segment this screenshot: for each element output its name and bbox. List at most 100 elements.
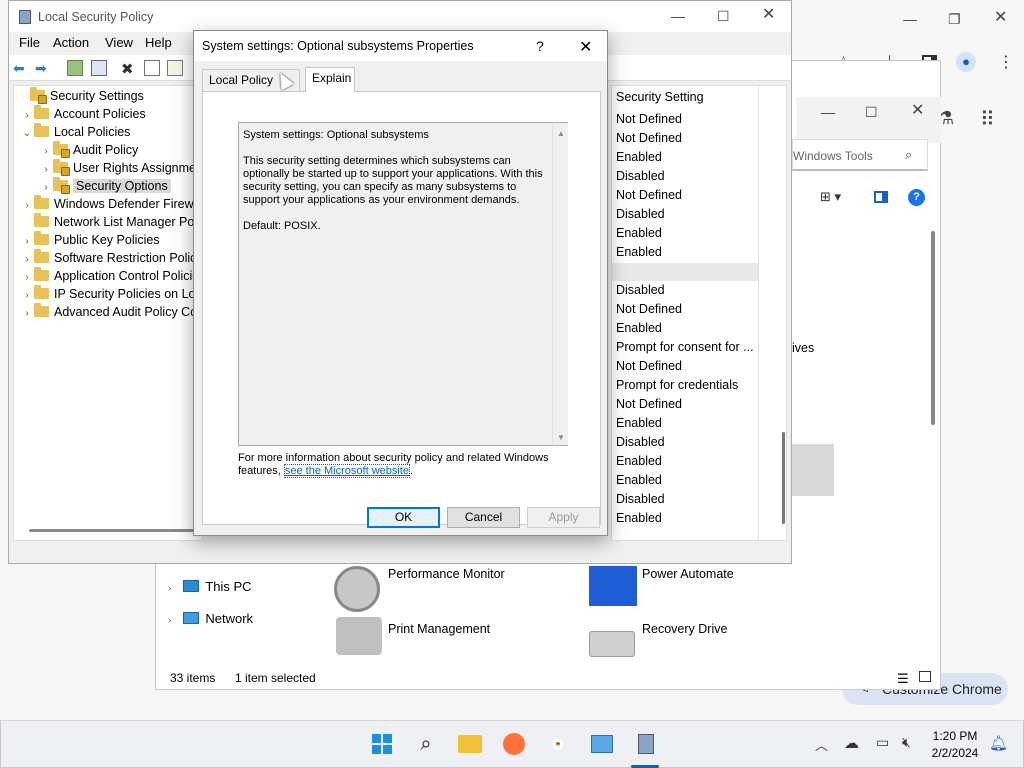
forward-arrow-icon[interactable]: ➡ [35, 60, 51, 76]
setting-value[interactable]: Not Defined [616, 186, 682, 205]
start-button[interactable] [369, 731, 395, 757]
explain-scrollbar[interactable]: ▲ ▼ [552, 123, 568, 445]
microsoft-website-link[interactable]: see the Microsoft website [283, 464, 410, 478]
lsp-maximize-button[interactable]: ☐ [717, 9, 730, 23]
dialog-help-button[interactable]: ? [536, 38, 544, 54]
chrome-icon[interactable] [545, 731, 571, 757]
explain-textbox[interactable]: System settings: Optional subsystems Thi… [238, 122, 568, 446]
explorer-minimize-button[interactable]: — [821, 105, 835, 119]
cloud-offline-icon[interactable]: ☁ [844, 734, 859, 752]
tree-item[interactable]: › Advanced Audit Policy Configuration [20, 303, 202, 323]
tree-item[interactable]: Security Settings [16, 87, 144, 105]
clock-date[interactable]: 2/2/2024 [930, 746, 980, 760]
file-explorer-icon[interactable] [457, 731, 483, 757]
setting-value[interactable]: Disabled [616, 433, 665, 452]
local-security-policy-taskbar-icon[interactable] [633, 731, 659, 757]
delete-icon[interactable]: ✖ [121, 60, 137, 78]
tab-explain[interactable]: Explain [305, 67, 355, 92]
scroll-up-arrow-icon[interactable]: ▲ [557, 127, 565, 140]
cancel-button[interactable]: Cancel [447, 507, 520, 528]
tree-item[interactable]: ›IP Security Policies on Local Computer [20, 285, 202, 303]
menu-help[interactable]: Help [145, 35, 172, 50]
setting-value[interactable]: Disabled [616, 205, 665, 224]
notifications-bell-icon[interactable]: 🔔︎ [989, 734, 1008, 752]
tree-item[interactable]: ⌄ Local Policies [20, 123, 130, 141]
tiles-view-icon[interactable] [919, 671, 931, 682]
dialog-close-button[interactable]: ✕ [579, 37, 592, 57]
back-arrow-icon[interactable]: ⬅ [13, 60, 29, 76]
chrome-minimize-button[interactable]: — [903, 12, 917, 26]
chrome-close-button[interactable]: ✕ [994, 10, 1007, 26]
setting-value[interactable]: Disabled [616, 281, 665, 300]
dialog-title-bar[interactable]: System settings: Optional subsystems Pro… [194, 31, 607, 61]
setting-value[interactable]: Not Defined [616, 129, 682, 148]
item-recovery-drive[interactable]: Recovery Drive [642, 622, 727, 636]
setting-value[interactable]: Enabled [616, 509, 662, 528]
setting-value[interactable]: Not Defined [616, 110, 682, 129]
tree-item[interactable]: › Software Restriction Policies [20, 249, 202, 267]
tree-item[interactable]: › User Rights Assignment [39, 159, 202, 177]
network-status-icon[interactable]: ▭ [876, 734, 889, 751]
lsp-close-button[interactable]: ✕ [762, 7, 775, 23]
chrome-restore-button[interactable]: ❐ [948, 12, 961, 26]
setting-value[interactable]: Prompt for credentials [616, 376, 738, 395]
tree-item[interactable]: › Application Control Policies [20, 267, 202, 285]
scroll-down-arrow-icon[interactable]: ▼ [557, 431, 565, 444]
item-performance-monitor[interactable]: Performance Monitor [388, 567, 505, 581]
settings-scrollbar[interactable] [782, 432, 785, 524]
chevron-down-icon[interactable]: ⌄ [20, 125, 34, 143]
setting-value[interactable]: Enabled [616, 224, 662, 243]
clock-time[interactable]: 1:20 PM [930, 729, 980, 743]
setting-value[interactable]: Not Defined [616, 300, 682, 319]
tree-item[interactable]: › Account Policies [20, 105, 146, 123]
export-list-icon[interactable] [167, 60, 183, 76]
view-options-icon[interactable]: ⊞ ▾ [820, 189, 841, 205]
details-view-icon[interactable]: ☰ [897, 671, 909, 687]
volume-muted-icon[interactable]: 🔇︎ [902, 734, 911, 751]
menu-action[interactable]: Action [53, 35, 89, 50]
profile-avatar-icon[interactable]: ● [956, 52, 976, 72]
explorer-scrollbar[interactable] [931, 231, 935, 425]
setting-value[interactable]: Not Defined [616, 395, 682, 414]
chevron-right-icon[interactable]: › [20, 305, 34, 323]
menu-file[interactable]: File [19, 35, 40, 50]
tree-item[interactable]: › Public Key Policies [20, 231, 160, 249]
item-power-automate[interactable]: Power Automate [642, 567, 734, 581]
setting-value[interactable]: Disabled [616, 490, 665, 509]
show-hide-tree-icon[interactable] [91, 60, 107, 76]
control-panel-icon[interactable] [589, 731, 615, 757]
nav-item-this-pc[interactable]: › This PC [168, 579, 252, 594]
show-hidden-icons-chevron-icon[interactable]: ︿ [815, 735, 828, 754]
explorer-maximize-button[interactable]: ☐ [865, 105, 878, 119]
tree-item[interactable]: › Audit Policy [39, 141, 138, 159]
explorer-close-button[interactable]: ✕ [911, 103, 924, 119]
apply-button[interactable]: Apply [527, 507, 600, 528]
apps-grid-icon[interactable]: ⠿ [980, 107, 995, 132]
up-folder-icon[interactable] [67, 60, 83, 76]
setting-value[interactable]: Not Defined [616, 357, 682, 376]
setting-value[interactable]: Enabled [616, 414, 662, 433]
setting-value[interactable]: Enabled [616, 243, 662, 262]
details-pane-icon[interactable] [874, 191, 888, 203]
setting-value[interactable]: Enabled [616, 148, 662, 167]
setting-value[interactable]: Prompt for consent for ... [616, 338, 754, 357]
setting-value[interactable]: Enabled [616, 471, 662, 490]
help-icon[interactable]: ? [908, 189, 925, 206]
properties-icon[interactable] [144, 60, 160, 76]
column-header-security-setting[interactable]: Security Setting [616, 90, 704, 104]
search-icon[interactable]: ⌕ [413, 731, 439, 757]
tree-item[interactable]: › Windows Defender Firewall [20, 195, 202, 213]
lsp-minimize-button[interactable]: — [671, 9, 685, 23]
tree-item[interactable]: › Security Options [39, 177, 171, 195]
chrome-menu-icon[interactable]: ⋮ [998, 52, 1014, 72]
setting-value[interactable]: Disabled [616, 167, 665, 186]
ok-button[interactable]: OK [367, 507, 440, 528]
menu-view[interactable]: View [105, 35, 133, 50]
tree-item[interactable]: Network List Manager Policies [20, 213, 202, 231]
explorer-search-input[interactable]: Windows Tools ⌕ [792, 139, 928, 171]
nav-item-network[interactable]: › Network [168, 611, 253, 626]
lsp-title-bar[interactable]: Local Security Policy — ☐ ✕ [9, 1, 791, 32]
firefox-icon[interactable] [501, 731, 527, 757]
tree-horizontal-scrollbar[interactable] [29, 529, 194, 532]
setting-value[interactable]: Enabled [616, 452, 662, 471]
